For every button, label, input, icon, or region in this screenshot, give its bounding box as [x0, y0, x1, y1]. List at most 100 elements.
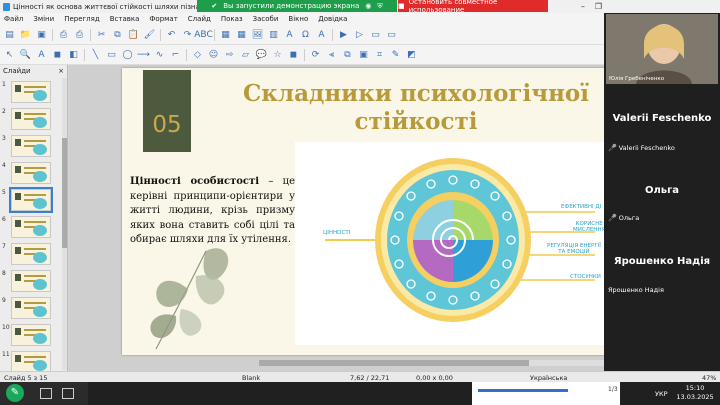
keyboard-language[interactable]: УКР	[655, 390, 668, 398]
slide-thumbnail-row[interactable]: 9	[2, 297, 51, 321]
slides-pane-scrollbar[interactable]	[62, 78, 67, 370]
rotate-icon[interactable]: ⟳	[310, 49, 321, 60]
maximize-icon[interactable]: ❐	[595, 2, 602, 11]
rectangle-icon[interactable]: ▭	[106, 49, 117, 60]
zoom-icon[interactable]: 🔍	[20, 49, 31, 60]
slide-thumbnail-row[interactable]: 6	[2, 216, 51, 240]
pen-app-icon[interactable]: ✎	[6, 384, 24, 402]
current-slide[interactable]: 05 Складники психологічної стійкості Цін…	[122, 68, 625, 355]
slide-thumbnail[interactable]	[11, 162, 51, 184]
start-show-icon[interactable]: ▶	[338, 29, 349, 40]
slide-thumbnail[interactable]	[11, 216, 51, 238]
arrange-icon[interactable]: ⧉	[342, 49, 353, 60]
menu-show[interactable]: Показ	[217, 15, 249, 23]
shadow-icon[interactable]: ▣	[358, 49, 369, 60]
select-arrow-icon[interactable]: ↖	[4, 49, 15, 60]
print-icon[interactable]: ⎙	[74, 29, 85, 40]
fill-color-icon[interactable]: ◼	[52, 49, 63, 60]
close-icon[interactable]: ×	[58, 67, 64, 75]
arrow-line-icon[interactable]: ⟶	[137, 49, 150, 60]
eye-icon[interactable]: ◉	[365, 2, 371, 10]
menu-window[interactable]: Вікно	[284, 15, 314, 23]
menu-file[interactable]: Файл	[0, 15, 29, 23]
crop-icon[interactable]: ⌗	[374, 49, 385, 60]
spellcheck-icon[interactable]: ABC	[194, 29, 212, 40]
clone-formatting-icon[interactable]: 🖌	[144, 29, 155, 40]
slide-thumbnail[interactable]	[11, 135, 51, 157]
grid-icon[interactable]: ▦	[220, 29, 231, 40]
slide-thumbnail[interactable]	[11, 81, 51, 103]
menu-slide[interactable]: Слайд	[184, 15, 217, 23]
menu-format[interactable]: Формат	[145, 15, 183, 23]
textbox-icon[interactable]: A	[284, 29, 295, 40]
slide-thumbnail-row[interactable]: 10	[2, 324, 51, 348]
current-slide-show-icon[interactable]: ▷	[354, 29, 365, 40]
cut-icon[interactable]: ✂	[96, 29, 107, 40]
clock[interactable]: 15:10 13.03.2025	[675, 384, 715, 402]
copy-icon[interactable]: ⧉	[112, 29, 123, 40]
callouts-icon[interactable]: 💬	[256, 49, 267, 60]
slide-thumbnail[interactable]	[11, 243, 51, 265]
open-folder-icon[interactable]: 📁	[20, 29, 31, 40]
block-arrows-icon[interactable]: ⇨	[224, 49, 235, 60]
symbol-shapes-icon[interactable]: ☺	[208, 49, 219, 60]
table-icon[interactable]: ▦	[236, 29, 247, 40]
connector-icon[interactable]: ⌐	[170, 49, 181, 60]
basic-shapes-icon[interactable]: ◇	[192, 49, 203, 60]
slide-thumbnail-row[interactable]: 3	[2, 135, 51, 159]
menu-edit[interactable]: Зміни	[29, 15, 60, 23]
shield-check-icon[interactable]: ⛨	[377, 2, 382, 11]
menu-tools[interactable]: Засоби	[249, 15, 285, 23]
slide-title[interactable]: Складники психологічної стійкості	[226, 80, 606, 136]
calculator-icon[interactable]	[62, 388, 74, 399]
display-views-icon[interactable]: ▭	[370, 29, 381, 40]
filter-icon[interactable]: ✎	[390, 49, 401, 60]
flowchart-icon[interactable]: ▱	[240, 49, 251, 60]
paste-icon[interactable]: 📋	[128, 29, 139, 40]
menu-insert[interactable]: Вставка	[106, 15, 146, 23]
menu-help[interactable]: Довідка	[314, 15, 353, 23]
slide-thumbnail[interactable]	[11, 270, 51, 292]
slide-thumbnail[interactable]	[11, 324, 51, 346]
scrollbar-thumb[interactable]	[62, 138, 67, 248]
chart-icon[interactable]: ▥	[268, 29, 279, 40]
resilience-diagram-image[interactable]: ЦІННОСТІ ЕФЕКТИВНІ ДІ КОРИСНЕ МИСЛЕННЯ Р…	[295, 142, 622, 345]
3d-objects-icon[interactable]: ◼	[288, 49, 299, 60]
curve-icon[interactable]: ∿	[154, 49, 165, 60]
slide-thumbnail[interactable]	[11, 108, 51, 130]
slide-thumbnail-row[interactable]: 8	[2, 270, 51, 294]
slide-thumbnail[interactable]	[11, 297, 51, 319]
align-icon[interactable]: ⫷	[326, 49, 337, 60]
status-zoom[interactable]: 47%	[702, 374, 716, 382]
scrollbar-thumb[interactable]	[259, 360, 529, 366]
undo-icon[interactable]: ↶	[166, 29, 177, 40]
save-icon[interactable]: ▣	[36, 29, 47, 40]
slide-thumbnail-row[interactable]: 5	[2, 187, 53, 213]
ellipse-icon[interactable]: ◯	[122, 49, 133, 60]
slide-thumbnail-row[interactable]: 7	[2, 243, 51, 267]
slide-thumbnail[interactable]	[9, 187, 53, 213]
special-char-icon[interactable]: Ω	[300, 29, 311, 40]
task-view-icon[interactable]	[40, 388, 52, 399]
video-tile-speaker[interactable]: Юлія Гребеніченко	[606, 14, 718, 84]
minimize-icon[interactable]: –	[581, 2, 585, 11]
export-pdf-icon[interactable]: ⎙	[58, 29, 69, 40]
redo-icon[interactable]: ↷	[182, 29, 193, 40]
image-icon[interactable]: 🖼	[252, 29, 263, 40]
menu-view[interactable]: Перегляд	[60, 15, 106, 23]
new-icon[interactable]: ▤	[4, 29, 15, 40]
slide-thumbnail-row[interactable]: 1	[2, 81, 51, 105]
text-icon[interactable]: A	[36, 49, 47, 60]
status-language[interactable]: Українська	[530, 374, 567, 382]
stop-sharing-button[interactable]: ■ Остановить совместное использование	[398, 0, 548, 14]
line-color-icon[interactable]: ◧	[68, 49, 79, 60]
stars-icon[interactable]: ☆	[272, 49, 283, 60]
fontwork-icon[interactable]: A	[316, 29, 327, 40]
line-icon[interactable]: ╲	[90, 49, 101, 60]
slide-thumbnail[interactable]	[11, 351, 51, 373]
new-slide-icon[interactable]: ▭	[386, 29, 397, 40]
status-layout[interactable]: Blank	[242, 374, 260, 382]
slide-thumbnail-row[interactable]: 2	[2, 108, 51, 132]
toggle-extrusion-icon[interactable]: ◩	[406, 49, 417, 60]
slide-thumbnail-row[interactable]: 4	[2, 162, 51, 186]
